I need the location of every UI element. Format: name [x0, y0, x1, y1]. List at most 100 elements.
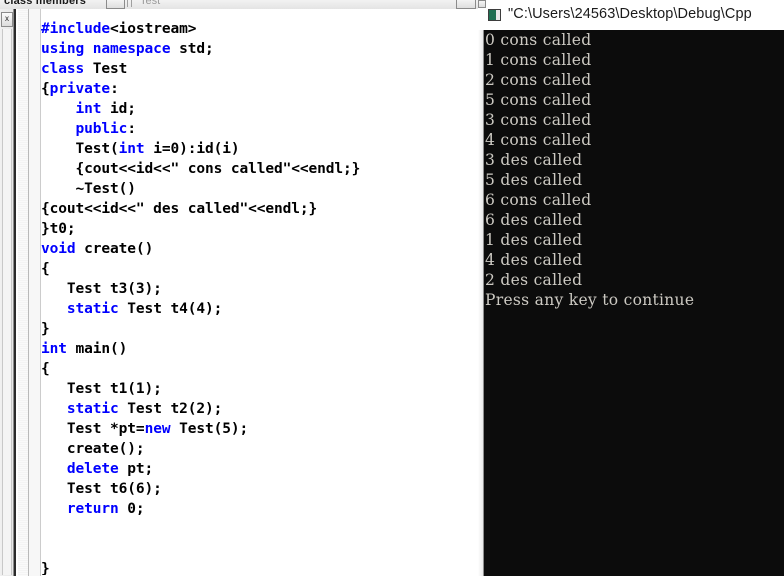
code-text-area[interactable]: #include<iostream> using namespace std; cl… [41, 19, 478, 575]
console-output-line: 6 cons called [485, 191, 592, 209]
code-text: Test t1(1); [41, 381, 162, 397]
code-text: ~Test() [41, 181, 137, 197]
code-text: } [41, 321, 50, 337]
code-text: id; [101, 101, 136, 117]
code-text: Test t3(3); [41, 281, 162, 297]
code-text: create(); [41, 441, 145, 457]
code-line: static Test t4(4); [41, 299, 478, 319]
code-line: ~Test() [41, 179, 478, 199]
console-output-line: 1 des called [485, 231, 583, 249]
code-line: Test(int i=0):id(i) [41, 139, 478, 159]
toolbar-separator [131, 0, 132, 7]
code-text: pt; [118, 461, 154, 477]
code-line: } [41, 319, 478, 339]
class-name-dropdown-button[interactable] [456, 0, 476, 9]
console-window: "C:\Users\24563\Desktop\Debug\Cpp 0 cons… [478, 0, 784, 576]
code-text: Test t6(6); [41, 481, 162, 497]
code-line: }t0; [41, 219, 478, 239]
code-keyword: #include [41, 21, 111, 37]
code-line: Test *pt=new Test(5); [41, 419, 478, 439]
console-output-line: 6 des called [485, 211, 583, 229]
class-members-dropdown-button[interactable] [106, 0, 125, 9]
code-text: : [127, 121, 136, 137]
code-keyword: return [66, 501, 119, 517]
code-text: Test(5); [170, 421, 249, 437]
code-line: int id; [41, 99, 478, 119]
toolbar-separator [127, 0, 128, 7]
code-line: {cout<<id<<" des called"<<endl;} [41, 199, 478, 219]
code-text: } [41, 561, 50, 575]
code-text: Test t4(4); [118, 301, 223, 317]
console-output-line: 4 cons called [485, 131, 592, 149]
code-text: {cout<<id<<" des called"<<endl;} [41, 201, 318, 217]
code-text: i=0):id(i) [144, 141, 240, 157]
code-line: {cout<<id<<" cons called"<<endl;} [41, 159, 478, 179]
code-keyword: private [49, 81, 111, 97]
code-keyword: int [75, 101, 102, 117]
class-name-value: Test [140, 0, 161, 7]
console-output-line: 1 cons called [485, 51, 592, 69]
console-output-area: 0 cons called 1 cons called 2 cons called 5… [484, 30, 784, 576]
code-line: using namespace std; [41, 39, 478, 59]
code-line: { [41, 259, 478, 279]
code-line: Test t1(1); [41, 379, 478, 399]
code-line: return 0; [41, 499, 478, 519]
ide-editor-pane: class members Test x #include<iostream> u… [0, 0, 480, 576]
code-text: 0; [118, 501, 145, 517]
code-keyword: class [41, 61, 85, 77]
console-title-text: "C:\Users\24563\Desktop\Debug\Cpp [508, 6, 752, 22]
code-line: static Test t2(2); [41, 399, 478, 419]
code-line: class Test [41, 59, 478, 79]
code-keyword: new [144, 421, 171, 437]
dock-scroll-rail[interactable] [2, 29, 12, 575]
code-text: }t0; [41, 221, 76, 237]
code-text: { [41, 361, 50, 377]
code-line: int main() [41, 339, 478, 359]
close-icon[interactable]: x [1, 12, 13, 27]
code-text: Test [84, 61, 128, 77]
code-keyword: public [75, 121, 128, 137]
code-text: {cout<<id<<" cons called"<<endl;} [41, 161, 361, 177]
code-line: void create() [41, 239, 478, 259]
code-line: delete pt; [41, 459, 478, 479]
editor-frame: #include<iostream> using namespace std; cl… [14, 9, 480, 576]
toolbar-corner-fragment [478, 0, 486, 8]
code-keyword: using namespace [41, 41, 171, 57]
code-keyword: int [41, 341, 67, 357]
console-output-line: 0 cons called [485, 31, 592, 49]
console-title-bar[interactable]: "C:\Users\24563\Desktop\Debug\Cpp [478, 0, 784, 31]
console-window-icon [488, 9, 501, 21]
code-line: #include<iostream> [41, 19, 478, 39]
code-text: std; [170, 41, 214, 57]
screenshot-root: class members Test x #include<iostream> u… [0, 0, 784, 576]
console-output-line: Press any key to continue [485, 291, 695, 309]
editor-gutter-inner [28, 9, 41, 576]
code-keyword: static [66, 401, 119, 417]
code-keyword: static [66, 301, 119, 317]
console-output-line: 3 des called [485, 151, 583, 169]
code-text: <iostream> [110, 21, 197, 37]
code-text: { [41, 81, 50, 97]
code-text: : [110, 81, 119, 97]
code-text: { [41, 261, 50, 277]
code-line: create(); [41, 439, 478, 459]
code-line: Test t3(3); [41, 279, 478, 299]
left-dock-rail: x [0, 9, 14, 576]
console-output-line: 2 cons called [485, 71, 592, 89]
code-line: } [41, 559, 478, 575]
console-output-line: 5 des called [485, 171, 583, 189]
code-text: Test( [41, 141, 119, 157]
class-members-label: class members [4, 0, 87, 7]
console-output-line: 5 cons called [485, 91, 592, 109]
editor-gutter[interactable] [18, 9, 41, 576]
code-text: main() [66, 341, 128, 357]
code-text: Test *pt= [41, 421, 145, 437]
code-line: {private: [41, 79, 478, 99]
